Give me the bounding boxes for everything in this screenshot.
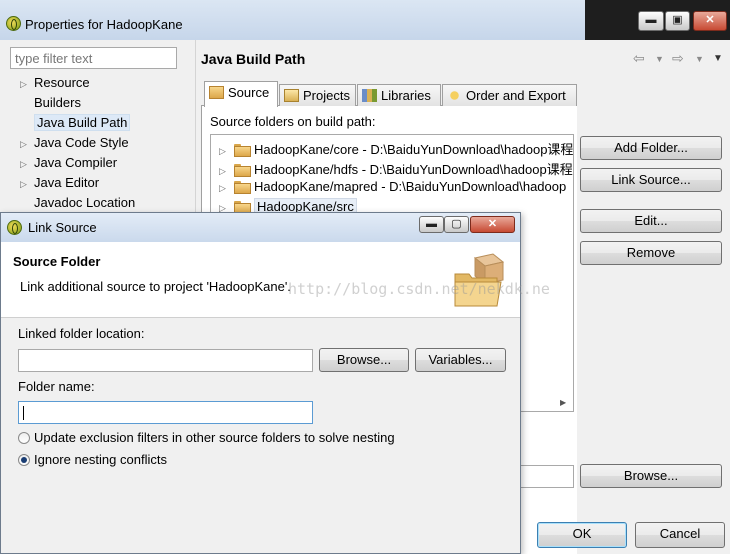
expand-arrow-icon[interactable]: ▷ [20, 159, 34, 170]
header-title: Source Folder [13, 254, 101, 269]
order-export-icon [447, 89, 462, 102]
update-exclusion-label[interactable]: Update exclusion filters in other source… [34, 430, 395, 445]
ignore-nesting-label[interactable]: Ignore nesting conflicts [34, 452, 167, 467]
view-menu-icon[interactable]: ▼ [713, 53, 723, 64]
back-menu-icon[interactable]: ▼ [655, 54, 664, 64]
tree-row-hdfs[interactable]: ▷ HadoopKane/hdfs - D:\BaiduYunDownload\h… [219, 159, 573, 177]
text-caret [23, 406, 24, 420]
nav-item-java-compiler[interactable]: ▷ Java Compiler [20, 155, 117, 173]
dialog-browse-button[interactable]: Browse... [319, 348, 409, 372]
libraries-icon [362, 89, 377, 102]
expand-arrow-icon[interactable]: ▷ [20, 79, 34, 90]
remove-button[interactable]: Remove [580, 241, 722, 265]
output-browse-button[interactable]: Browse... [580, 464, 722, 488]
tab-libraries[interactable]: Libraries [357, 84, 441, 106]
dialog-minimize-button[interactable]: ▬ [419, 216, 444, 233]
nav-item-java-editor[interactable]: ▷ Java Editor [20, 175, 99, 193]
folder-icon [234, 180, 251, 194]
edit-button[interactable]: Edit... [580, 209, 722, 233]
tab-order-and-export[interactable]: Order and Export [442, 84, 577, 106]
package-folder-icon [454, 253, 505, 307]
nav-item-javadoc-location[interactable]: Javadoc Location [20, 195, 135, 213]
eclipse-app-icon [7, 220, 22, 235]
tab-projects[interactable]: Projects [279, 84, 356, 106]
eclipse-app-icon [6, 16, 21, 31]
projects-icon [284, 89, 299, 102]
tree-row-mapred[interactable]: ▷ HadoopKane/mapred - D:\BaiduYunDownload… [219, 179, 566, 197]
window-title: Properties for HadoopKane [25, 17, 183, 32]
ok-button[interactable]: OK [537, 522, 627, 548]
nav-item-java-build-path[interactable]: Java Build Path [20, 114, 131, 132]
source-folder-icon [209, 86, 224, 99]
add-folder-button[interactable]: Add Folder... [580, 136, 722, 160]
expand-arrow-icon[interactable]: ▷ [219, 166, 234, 177]
scroll-right-icon[interactable]: ▶ [560, 398, 566, 407]
cancel-button[interactable]: Cancel [635, 522, 725, 548]
variables-button[interactable]: Variables... [415, 348, 506, 372]
expand-arrow-icon[interactable]: ▷ [219, 183, 234, 194]
filter-input[interactable]: type filter text [10, 47, 177, 69]
properties-title-bar: Properties for HadoopKane ▬ ▣ ✕ [0, 0, 730, 40]
forward-menu-icon[interactable]: ▼ [695, 54, 704, 64]
tab-source[interactable]: Source [204, 81, 278, 107]
page-title: Java Build Path [201, 51, 306, 67]
dialog-title-bar: Link Source ▬ ▢ ✕ [1, 213, 520, 242]
minimize-button[interactable]: ▬ [638, 11, 664, 31]
dialog-header: Source Folder Link additional source to … [1, 242, 520, 318]
folder-name-label: Folder name: [18, 379, 95, 394]
close-button[interactable]: ✕ [693, 11, 727, 31]
nav-item-java-code-style[interactable]: ▷ Java Code Style [20, 135, 129, 153]
header-description: Link additional source to project 'Hadoo… [20, 279, 291, 294]
forward-arrow-icon[interactable]: ⇨ [672, 50, 684, 67]
dialog-close-button[interactable]: ✕ [470, 216, 515, 233]
expand-arrow-icon[interactable]: ▷ [20, 139, 34, 150]
expand-arrow-icon[interactable]: ▷ [20, 179, 34, 190]
tree-row-core[interactable]: ▷ HadoopKane/core - D:\BaiduYunDownload\h… [219, 139, 573, 157]
folder-icon [234, 143, 251, 157]
nav-item-resource[interactable]: ▷ Resource [20, 75, 90, 93]
folder-icon [234, 200, 251, 214]
ignore-nesting-radio[interactable] [18, 454, 30, 466]
expand-arrow-icon[interactable]: ▷ [219, 146, 234, 157]
folder-name-input[interactable] [18, 401, 313, 424]
link-source-dialog: Link Source ▬ ▢ ✕ Source Folder Link add… [0, 212, 521, 554]
linked-folder-input[interactable] [18, 349, 313, 372]
dialog-title: Link Source [28, 220, 97, 235]
linked-folder-label: Linked folder location: [18, 326, 145, 341]
update-exclusion-radio[interactable] [18, 432, 30, 444]
folder-icon [234, 163, 251, 177]
dialog-maximize-button[interactable]: ▢ [444, 216, 469, 233]
source-folders-label: Source folders on build path: [210, 114, 376, 129]
link-source-button[interactable]: Link Source... [580, 168, 722, 192]
back-arrow-icon[interactable]: ⇦ [633, 50, 645, 67]
maximize-button[interactable]: ▣ [665, 11, 690, 31]
nav-item-builders[interactable]: Builders [20, 95, 81, 113]
